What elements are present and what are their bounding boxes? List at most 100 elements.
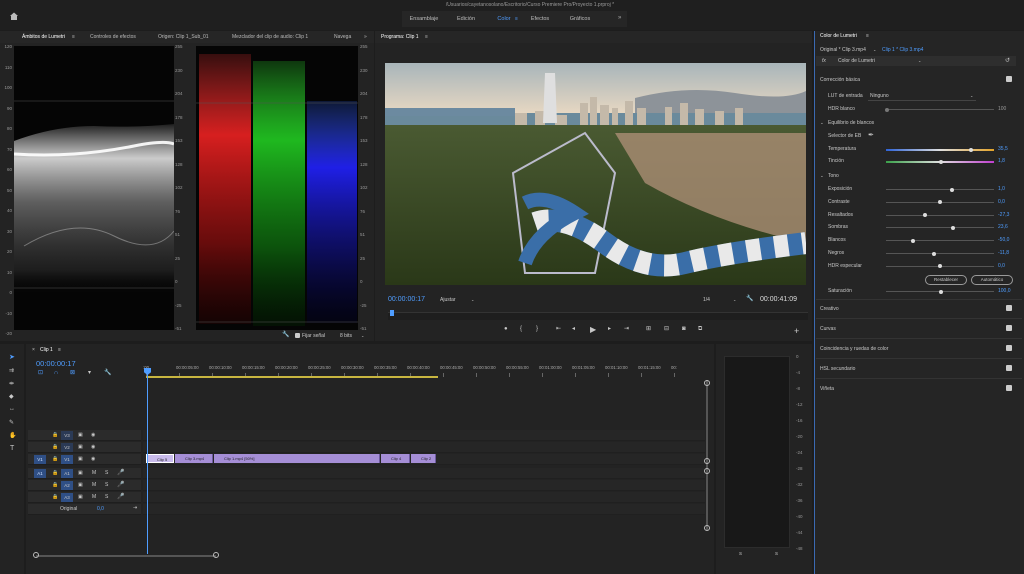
lumetri-effect-name[interactable]: Color de Lumetri — [838, 58, 875, 64]
slider-knob[interactable] — [950, 225, 955, 230]
scroll-handle[interactable] — [213, 552, 219, 558]
tint-value[interactable]: 1,8 — [998, 158, 1005, 164]
basic-correction-checkbox[interactable] — [1006, 76, 1012, 82]
workspace-ensamblaje[interactable]: Ensamblaje — [405, 13, 443, 25]
solo-button[interactable]: S — [105, 482, 108, 488]
workspace-color[interactable]: Color — [490, 13, 518, 25]
section-curves[interactable]: Curvas — [820, 326, 836, 332]
tone-slider[interactable] — [886, 225, 994, 230]
home-icon[interactable] — [9, 12, 19, 20]
auto-button[interactable]: Automático — [971, 275, 1013, 285]
clamp-signal-checkbox[interactable] — [295, 333, 300, 338]
source-patch-v1[interactable]: V1 — [34, 455, 46, 464]
fit-select[interactable]: Ajustar — [440, 297, 456, 303]
extract-icon[interactable]: ⊟ — [664, 326, 669, 332]
track-label-a2[interactable]: A2 — [61, 481, 73, 490]
hdr-white-value[interactable]: 100 — [998, 106, 1006, 112]
selection-tool-icon[interactable]: ➤ — [9, 353, 15, 361]
tone-slider[interactable] — [886, 264, 994, 269]
track-label-a3[interactable]: A3 — [61, 493, 73, 502]
workspace-menu-icon[interactable]: ≡ — [515, 16, 518, 22]
camera-icon[interactable]: ◙ — [682, 326, 686, 332]
tab-source[interactable]: Origen: Clip 1_Sub_01 — [158, 31, 209, 43]
tab-menu-icon[interactable]: ≡ — [866, 33, 869, 39]
master-track-value[interactable]: 0,0 — [97, 506, 104, 512]
bit-depth-select[interactable]: 8 bits — [340, 333, 352, 339]
track-lane-a1[interactable] — [143, 468, 705, 479]
wrench-icon[interactable]: 🔧 — [104, 370, 111, 376]
creative-checkbox[interactable] — [1006, 305, 1012, 311]
mic-icon[interactable]: 🎤 — [117, 481, 124, 488]
workspace-edicion[interactable]: Edición — [450, 13, 482, 25]
tab-lumetri-color[interactable]: Color de Lumetri — [820, 33, 857, 39]
solo-right-button[interactable]: S — [775, 551, 778, 556]
track-label-a1[interactable]: A1 — [61, 469, 73, 478]
solo-button[interactable]: S — [105, 494, 108, 500]
lock-icon[interactable]: 🔒 — [52, 470, 58, 476]
section-tone[interactable]: Tono — [828, 173, 839, 179]
scroll-handle[interactable] — [704, 525, 710, 531]
reset-button[interactable]: Restablecer — [925, 275, 967, 285]
slider-knob[interactable] — [911, 238, 915, 243]
tab-audio-mixer[interactable]: Mezclador del clip de audio: Clip 1 — [232, 31, 308, 43]
snap-icon[interactable]: ∩ — [54, 370, 58, 376]
clip-3[interactable]: Clip 3.mp4 — [175, 454, 213, 463]
track-label-v2[interactable]: V2 — [61, 443, 73, 452]
sync-lock-icon[interactable]: ▣ — [78, 494, 83, 500]
tone-slider[interactable] — [886, 238, 994, 243]
timeline-vertical-scrollbar[interactable] — [706, 380, 708, 530]
slider-knob[interactable] — [939, 160, 943, 164]
tone-slider[interactable] — [886, 213, 994, 218]
razor-tool-icon[interactable]: ◆ — [9, 393, 14, 400]
nest-icon[interactable]: ⊡ — [38, 370, 43, 376]
program-timecode[interactable]: 00:00:00:17 — [388, 296, 425, 303]
slider-knob[interactable] — [969, 148, 973, 152]
eye-icon[interactable]: ◉ — [91, 444, 95, 450]
lift-icon[interactable]: ⊞ — [646, 326, 651, 332]
sync-lock-icon[interactable]: ▣ — [78, 432, 83, 438]
mute-button[interactable]: M — [92, 482, 96, 488]
sync-lock-icon[interactable]: ▣ — [78, 456, 83, 462]
color-wheels-checkbox[interactable] — [1006, 345, 1012, 351]
eye-icon[interactable]: ◉ — [91, 456, 95, 462]
section-creative[interactable]: Creativo — [820, 306, 839, 312]
go-to-end-icon[interactable]: ⇥ — [133, 505, 137, 511]
lock-icon[interactable]: 🔒 — [52, 456, 58, 462]
timeline-horizontal-scrollbar[interactable] — [36, 555, 216, 557]
slider-knob[interactable] — [939, 289, 943, 294]
tab-lumetri-scopes[interactable]: Ámbitos de Lumetri — [22, 31, 65, 43]
scroll-handle[interactable] — [704, 468, 710, 474]
step-forward-icon[interactable]: ▸ — [608, 326, 611, 332]
hsl-secondary-checkbox[interactable] — [1006, 365, 1012, 371]
clip-2[interactable]: Clip 2 — [411, 454, 436, 463]
step-back-icon[interactable]: ◂ — [572, 326, 575, 332]
slip-tool-icon[interactable]: ↔ — [9, 406, 15, 412]
lut-select[interactable]: Ninguno — [870, 93, 889, 99]
resolution-select[interactable]: 1/4 — [703, 297, 710, 303]
tab-menu-icon[interactable]: ≡ — [58, 347, 61, 353]
chevron-down-icon[interactable]: ⌄ — [820, 173, 824, 179]
track-lane-a2[interactable] — [143, 480, 705, 491]
workspace-more-icon[interactable]: » — [618, 15, 621, 21]
timeline-close-icon[interactable]: × — [32, 347, 35, 353]
track-label-v1[interactable]: V1 — [61, 455, 73, 464]
mute-button[interactable]: M — [92, 494, 96, 500]
lumetri-source-clip[interactable]: Original * Clip 3.mp4 — [820, 47, 866, 53]
solo-button[interactable]: S — [105, 470, 108, 476]
ripple-tool-icon[interactable]: ⇹ — [9, 380, 14, 387]
lumetri-target-clip[interactable]: Clip 1 * Clip 3.mp4 — [882, 47, 923, 53]
track-lane-v2[interactable] — [143, 442, 705, 453]
tone-value[interactable]: -11,8 — [998, 250, 1009, 256]
scroll-handle[interactable] — [704, 458, 710, 464]
tone-slider[interactable] — [886, 187, 994, 192]
slider-knob[interactable] — [922, 213, 927, 218]
playhead-marker[interactable] — [390, 310, 394, 316]
compare-icon[interactable]: ⧉ — [698, 326, 702, 332]
tone-slider[interactable] — [886, 200, 994, 205]
vignette-checkbox[interactable] — [1006, 385, 1012, 391]
tab-effect-controls[interactable]: Controles de efectos — [90, 31, 136, 43]
add-marker-icon[interactable]: ▾ — [88, 370, 91, 376]
go-to-out-icon[interactable]: ⇥ — [624, 326, 629, 332]
temperature-slider[interactable] — [886, 148, 994, 152]
tab-menu-icon[interactable]: ≡ — [72, 31, 75, 43]
